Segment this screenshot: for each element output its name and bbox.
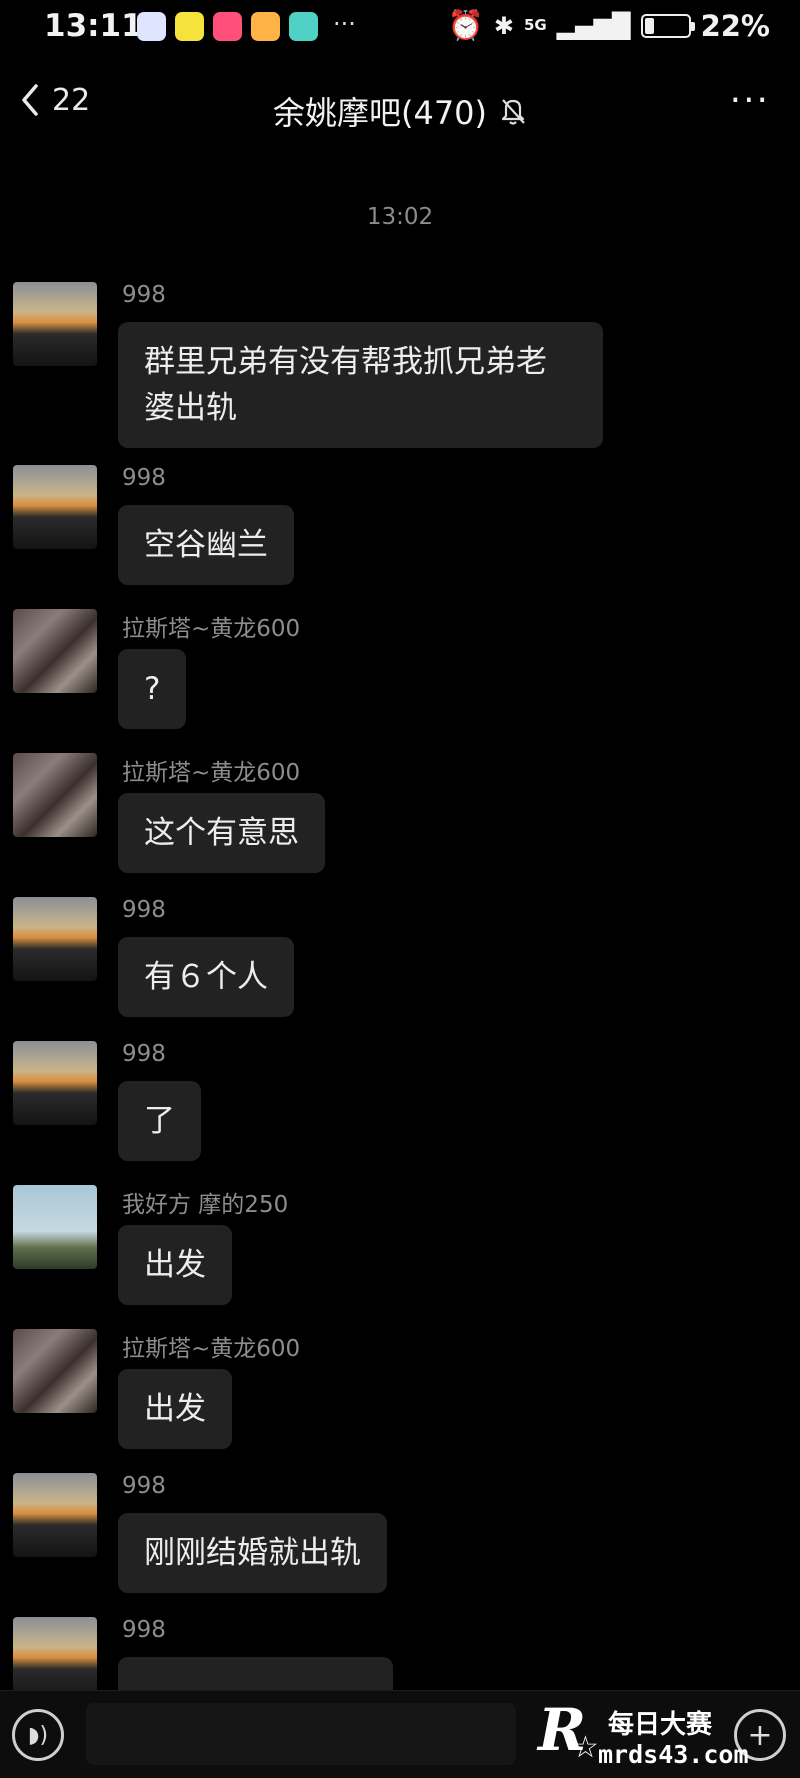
message-bubble[interactable]: 群里兄弟有没有帮我抓兄弟老婆出轨 <box>118 322 603 448</box>
avatar[interactable] <box>13 1617 97 1701</box>
star-icon: ☆ <box>572 1730 599 1765</box>
chat-header: 22 余姚摩吧(470) ··· <box>0 60 800 160</box>
avatar[interactable] <box>13 1329 97 1413</box>
sender-name: 998 <box>122 282 166 308</box>
message-bubble[interactable]: 这个有意思 <box>118 793 325 873</box>
voice-icon: ◗) <box>27 1722 49 1748</box>
message-input[interactable] <box>86 1703 516 1765</box>
status-time: 13:11 <box>44 8 143 44</box>
status-bar: 13:11 ··· ⏰ ✱ 5G ▂▄▆█ 22% <box>0 0 800 56</box>
battery-icon <box>640 13 695 38</box>
sender-name: 拉斯塔~黄龙600 <box>122 616 301 642</box>
title-wrap[interactable]: 余姚摩吧(470) <box>0 88 800 134</box>
vip-icon <box>175 12 204 41</box>
avatar[interactable] <box>13 897 97 981</box>
watermark-brand: 每日大赛 <box>608 1710 713 1740</box>
sender-name: 998 <box>122 465 166 491</box>
baidu-icon <box>137 12 166 41</box>
bell-off-icon <box>501 99 525 125</box>
game-icon <box>251 12 280 41</box>
watermark-logo: R ☆ 每日大赛 mrds43.com <box>538 1700 778 1772</box>
message-bubble[interactable]: 了 <box>118 1081 201 1161</box>
avatar[interactable] <box>13 282 97 366</box>
message-bubble[interactable]: 有６个人 <box>118 937 294 1017</box>
time-separator: 13:02 <box>366 204 434 230</box>
sender-name: 拉斯塔~黄龙600 <box>122 1336 301 1362</box>
more-notifications-icon: ··· <box>333 10 356 38</box>
video-icon <box>213 12 242 41</box>
voice-input-button[interactable]: ◗) <box>12 1709 64 1761</box>
message-bubble[interactable]: 空谷幽兰 <box>118 505 294 585</box>
watermark-url: mrds43.com <box>598 1740 749 1769</box>
bluetooth-icon: ✱ <box>493 11 514 40</box>
network-label: 5G <box>524 16 547 34</box>
message-icon <box>289 12 318 41</box>
sender-name: 我好方 摩的250 <box>122 1192 289 1218</box>
sender-name: 998 <box>122 1617 166 1643</box>
sender-name: 998 <box>122 897 166 923</box>
sender-name: 998 <box>122 1041 166 1067</box>
message-bubble[interactable]: ? <box>118 649 187 729</box>
message-bubble[interactable]: 出发 <box>118 1225 232 1305</box>
avatar[interactable] <box>13 609 97 693</box>
alarm-icon: ⏰ <box>447 8 484 42</box>
signal-icon: ▂▄▆█ <box>556 11 631 40</box>
more-options-button[interactable]: ··· <box>730 80 770 121</box>
avatar[interactable] <box>13 1185 97 1269</box>
chat-title: 余姚摩吧(470) <box>272 94 488 132</box>
notification-icons <box>137 12 318 41</box>
sender-name: 998 <box>122 1473 166 1499</box>
avatar[interactable] <box>13 1041 97 1125</box>
avatar[interactable] <box>13 753 97 837</box>
avatar[interactable] <box>13 465 97 549</box>
message-bubble[interactable]: 刚刚结婚就出轨 <box>118 1513 387 1593</box>
avatar[interactable] <box>13 1473 97 1557</box>
battery-percent: 22% <box>700 8 770 43</box>
message-bubble[interactable]: 出发 <box>118 1369 232 1449</box>
battery-fill <box>644 17 654 34</box>
status-right: ⏰ ✱ 5G ▂▄▆█ 22% <box>448 8 770 43</box>
sender-name: 拉斯塔~黄龙600 <box>122 760 301 786</box>
